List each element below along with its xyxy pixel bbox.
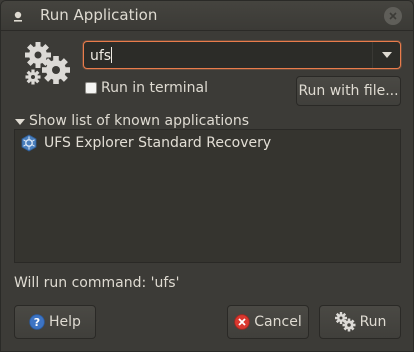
gears-icon	[334, 312, 356, 332]
help-button[interactable]: ? Help	[14, 305, 96, 339]
close-button[interactable]	[384, 7, 402, 25]
known-apps-expander-label: Show list of known applications	[29, 113, 250, 129]
ufs-explorer-icon	[21, 134, 37, 152]
help-button-label: Help	[49, 314, 81, 330]
help-icon: ?	[29, 314, 45, 330]
cancel-button[interactable]: Cancel	[227, 305, 309, 339]
chevron-down-icon	[381, 52, 392, 58]
close-icon	[389, 12, 397, 20]
window-title: Run Application	[40, 6, 158, 24]
list-item-label: UFS Explorer Standard Recovery	[44, 135, 272, 151]
known-apps-expander[interactable]: Show list of known applications	[15, 111, 249, 131]
run-with-file-label: Run with file...	[298, 83, 399, 99]
command-input[interactable]: ufs	[90, 46, 370, 66]
run-button-label: Run	[359, 314, 387, 330]
command-combobox[interactable]: ufs	[83, 41, 401, 69]
triangle-down-icon	[15, 118, 25, 125]
command-input-value: ufs	[90, 48, 112, 64]
run-in-terminal-label[interactable]: Run in terminal	[101, 80, 208, 96]
text-caret	[111, 47, 113, 63]
run-button[interactable]: Run	[319, 305, 401, 339]
cancel-button-label: Cancel	[254, 314, 302, 330]
cancel-icon	[234, 314, 250, 330]
run-with-file-button[interactable]: Run with file...	[296, 76, 401, 106]
window-menu-icon[interactable]	[11, 9, 25, 23]
command-dropdown-button[interactable]	[372, 42, 400, 68]
known-apps-list[interactable]: UFS Explorer Standard Recovery	[14, 129, 401, 263]
svg-text:?: ?	[34, 316, 40, 329]
title-bar[interactable]: Run Application	[1, 1, 413, 31]
run-application-dialog: Run Application ufs Run in terminal Run …	[0, 0, 414, 352]
command-status-text: Will run command: 'ufs'	[14, 275, 180, 291]
run-in-terminal-checkbox[interactable]	[85, 82, 97, 94]
gears-icon	[25, 42, 70, 85]
list-item[interactable]: UFS Explorer Standard Recovery	[16, 131, 399, 155]
